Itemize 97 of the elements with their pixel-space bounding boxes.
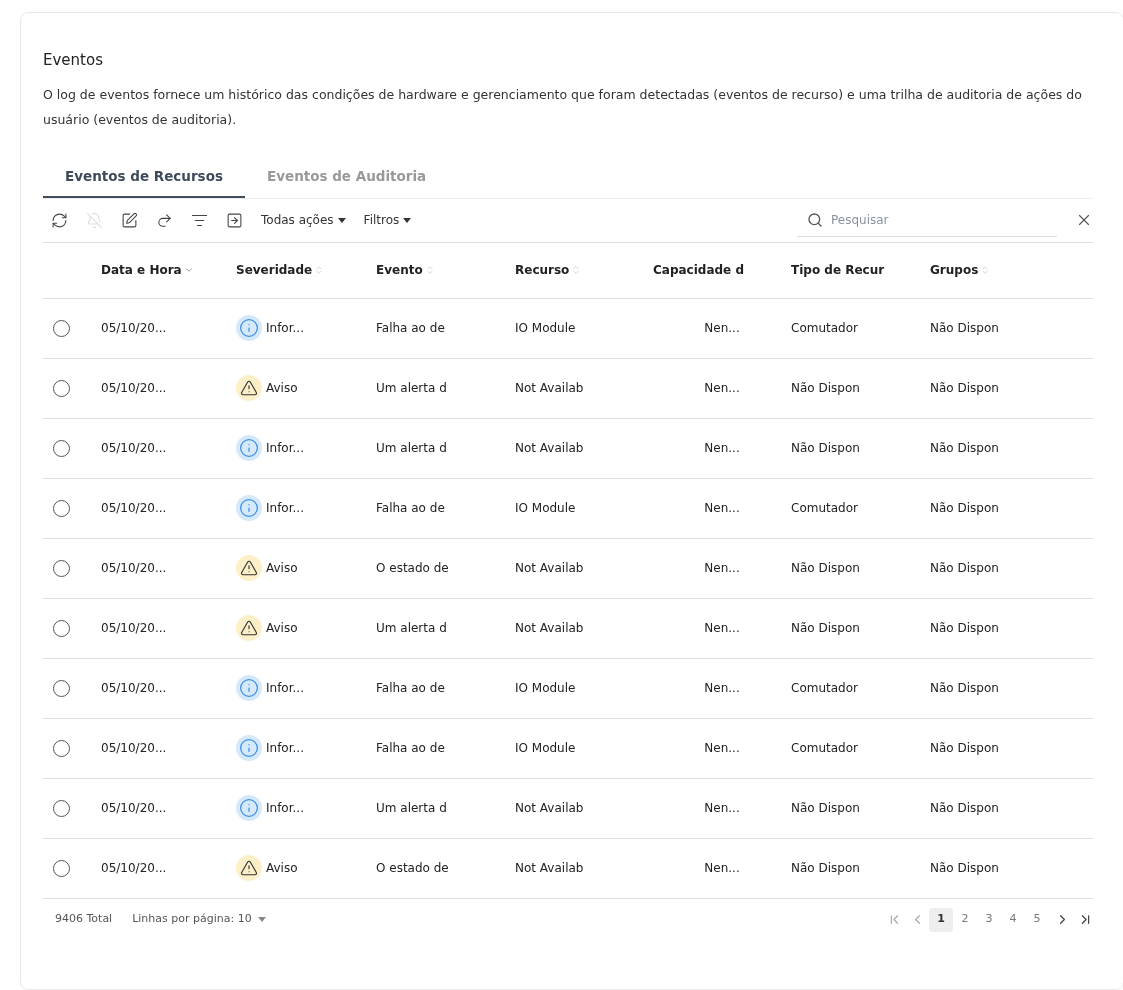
table-cell: Not Availab bbox=[515, 381, 584, 395]
table-cell: Não Dispon bbox=[791, 381, 860, 395]
search-field[interactable]: Pesquisar bbox=[831, 210, 1031, 229]
table-cell: Comutador bbox=[791, 741, 858, 755]
table-cell-text: Infor... bbox=[266, 800, 304, 817]
table-cell: Não Dispon bbox=[791, 441, 860, 455]
rows-per-page-dropdown[interactable]: Linhas por página: 10 bbox=[132, 911, 266, 928]
table-cell: IO Module bbox=[515, 501, 576, 515]
table-cell: IO Module bbox=[515, 741, 576, 755]
table-cell: Comutador bbox=[791, 681, 858, 695]
column-header[interactable]: Tipo de Recur bbox=[791, 261, 885, 279]
table-cell-text: Nen... bbox=[704, 380, 740, 397]
table-cell: Falha ao de bbox=[376, 741, 445, 755]
table-cell: Não Dispon bbox=[791, 801, 860, 815]
table-cell: Falha ao de bbox=[376, 501, 445, 515]
page-button[interactable]: 4 bbox=[1001, 907, 1025, 932]
export-icon[interactable] bbox=[226, 211, 243, 229]
table-cell: Não Dispon bbox=[930, 801, 999, 815]
table-cell: Não Dispon bbox=[791, 621, 860, 635]
page-button[interactable]: 3 bbox=[977, 907, 1001, 932]
table-cell-text: Infor... bbox=[266, 320, 304, 337]
table-cell: 05/10/20... bbox=[101, 441, 167, 455]
table-cell: Falha ao de bbox=[376, 321, 445, 335]
table-cell: IO Module bbox=[515, 321, 576, 335]
table-cell: Não Dispon bbox=[930, 561, 999, 575]
table-cell-text: Nen... bbox=[704, 320, 740, 337]
table-cell-text: Nen... bbox=[704, 560, 740, 577]
page-button[interactable]: 2 bbox=[953, 907, 977, 932]
dropdown-menu[interactable]: Filtros bbox=[363, 211, 412, 229]
table-cell: IO Module bbox=[515, 681, 576, 695]
table-cell: Not Availab bbox=[515, 561, 584, 575]
caret-icon bbox=[403, 217, 412, 223]
table-cell: 05/10/20... bbox=[101, 621, 167, 635]
table-cell-text: Infor... bbox=[266, 500, 304, 517]
caret-icon bbox=[337, 217, 346, 223]
page-button[interactable]: 5 bbox=[1025, 907, 1049, 932]
table-cell-text: Nen... bbox=[704, 620, 740, 637]
table-cell: O estado de bbox=[376, 861, 449, 875]
table-cell: Não Dispon bbox=[791, 861, 860, 875]
table-cell-text: Infor... bbox=[266, 680, 304, 697]
table-cell: Um alerta d bbox=[376, 441, 447, 455]
column-header[interactable]: Data e Hora bbox=[101, 261, 182, 279]
table-cell-text: Aviso bbox=[266, 380, 298, 397]
description: O log de eventos fornece um histórico das condições de hardware e gerenciamento que foram detectadas (eventos de recurso) e uma trilha de auditoria de ações do usuário (eventos de auditoria). bbox=[43, 85, 1083, 129]
dropdown-menu[interactable]: Todas ações bbox=[261, 211, 346, 229]
table-cell: Um alerta d bbox=[376, 621, 447, 635]
table-cell: Um alerta d bbox=[376, 381, 447, 395]
table-cell: Comutador bbox=[791, 321, 858, 335]
table-cell-text: Nen... bbox=[704, 680, 740, 697]
table-cell: 05/10/20... bbox=[101, 681, 167, 695]
table-cell: 05/10/20... bbox=[101, 801, 167, 815]
total-count: 9406 Total bbox=[55, 911, 113, 928]
table-cell: Não Dispon bbox=[791, 561, 860, 575]
search-icon bbox=[807, 211, 823, 228]
table-cell: Não Dispon bbox=[930, 621, 999, 635]
table-cell: 05/10/20... bbox=[101, 561, 167, 575]
table-cell-text: Infor... bbox=[266, 740, 304, 757]
refresh-icon[interactable] bbox=[51, 211, 68, 229]
table-cell: O estado de bbox=[376, 561, 449, 575]
column-header[interactable]: Capacidade d bbox=[653, 261, 744, 279]
column-header[interactable]: Recurso bbox=[515, 261, 570, 279]
table-cell: Não Dispon bbox=[930, 441, 999, 455]
table-cell: Comutador bbox=[791, 501, 858, 515]
table-cell: Não Dispon bbox=[930, 321, 999, 335]
table-cell: Falha ao de bbox=[376, 681, 445, 695]
table-cell-text: Nen... bbox=[704, 800, 740, 817]
table-cell-text: Nen... bbox=[704, 500, 740, 517]
section-title: Eventos bbox=[43, 50, 104, 71]
table-cell: Não Dispon bbox=[930, 681, 999, 695]
table-cell: Not Availab bbox=[515, 861, 584, 875]
table-cell: Not Availab bbox=[515, 441, 584, 455]
table-cell: Not Availab bbox=[515, 801, 584, 815]
table-cell: 05/10/20... bbox=[101, 501, 167, 515]
table-cell: 05/10/20... bbox=[101, 741, 167, 755]
table-cell-text: Infor... bbox=[266, 440, 304, 457]
table-cell: Not Availab bbox=[515, 621, 584, 635]
table-cell-text: Nen... bbox=[704, 440, 740, 457]
table-cell-text: Nen... bbox=[704, 740, 740, 757]
table-cell: Não Dispon bbox=[930, 381, 999, 395]
table-cell-text: Aviso bbox=[266, 860, 298, 877]
table-cell: Não Dispon bbox=[930, 501, 999, 515]
table-cell-text: Aviso bbox=[266, 560, 298, 577]
table-cell: 05/10/20... bbox=[101, 381, 167, 395]
edit-icon[interactable] bbox=[121, 211, 138, 229]
table-cell: Não Dispon bbox=[930, 861, 999, 875]
tab[interactable]: Eventos de Recursos bbox=[43, 157, 245, 198]
table-cell: 05/10/20... bbox=[101, 861, 167, 875]
table-cell-text: Aviso bbox=[266, 620, 298, 637]
table-cell: 05/10/20... bbox=[101, 321, 167, 335]
table-cell-text: Nen... bbox=[704, 860, 740, 877]
column-header[interactable]: Severidade bbox=[236, 261, 313, 279]
forward-arrow-icon[interactable] bbox=[156, 211, 173, 229]
column-header[interactable]: Grupos bbox=[930, 261, 979, 279]
table-cell: Não Dispon bbox=[930, 741, 999, 755]
column-header[interactable]: Evento bbox=[376, 261, 423, 279]
page-button[interactable]: 1 bbox=[929, 907, 953, 932]
table-cell: Um alerta d bbox=[376, 801, 447, 815]
